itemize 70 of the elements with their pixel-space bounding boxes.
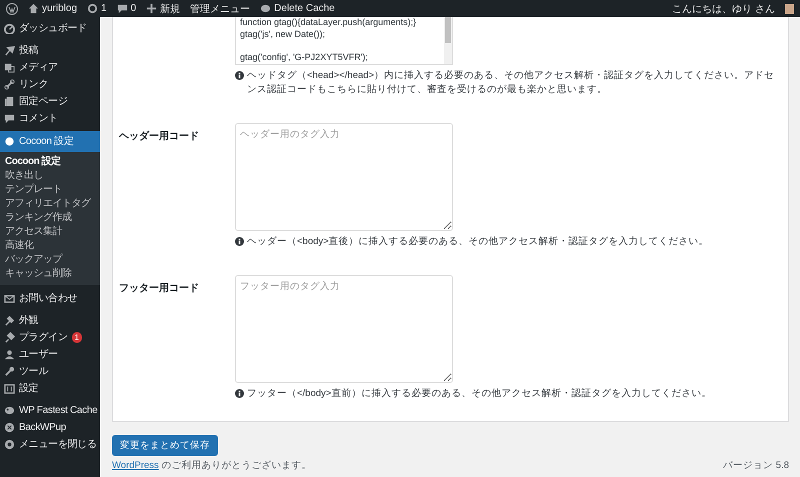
wordpress-logo-icon[interactable] [6, 2, 18, 14]
submenu-item[interactable]: バックアップ [0, 253, 100, 267]
version-text: バージョン 5.8 [723, 459, 789, 472]
menu-icon [4, 45, 15, 56]
site-link[interactable]: yuriblog [28, 3, 78, 14]
code-textarea[interactable]: ヘッダー用のタグ入力 [235, 123, 453, 231]
menu-icon [4, 405, 15, 416]
menu-item[interactable]: WP Fastest Cache [0, 402, 100, 419]
admin-menu-link[interactable]: 管理メニュー [190, 2, 250, 16]
save-button[interactable]: 変更をまとめて保存 [112, 435, 218, 456]
help-text: ヘッダー（<body>直後）に挿入する必要のある、その他アクセス解析・認証タグを入力してください。 [247, 235, 709, 249]
greeting-link[interactable]: こんにちは、ゆり さん [672, 2, 775, 16]
menu-item[interactable]: リンク [0, 76, 100, 93]
new-link[interactable]: 新規 [146, 2, 180, 16]
menu-item[interactable]: BackWPup [0, 419, 100, 436]
submenu-item[interactable]: アクセス集計 [0, 225, 100, 239]
menu-item[interactable]: 投稿 [0, 42, 100, 59]
menu-item[interactable]: メニューを閉じる [0, 436, 100, 453]
submenu-item[interactable]: Cocoon 設定 [0, 155, 100, 169]
submenu-item[interactable]: 吹き出し [0, 169, 100, 183]
menu-item[interactable]: コメント [0, 110, 100, 127]
menu-item[interactable]: メディア [0, 59, 100, 76]
plus-icon [146, 3, 158, 14]
menu-item[interactable]: ダッシュボード [0, 20, 100, 37]
menu-icon [4, 113, 15, 124]
menu-icon [4, 349, 15, 360]
menu-icon [4, 332, 15, 343]
avatar-placeholder [785, 4, 794, 14]
help-text: フッター（</body>直前）に挿入する必要のある、その他アクセス解析・認証タグを入力してください。 [247, 387, 712, 401]
menu-item[interactable]: ツール [0, 363, 100, 380]
field-label: ヘッダー用コード [119, 130, 200, 144]
delete-cache-link[interactable]: Delete Cache [260, 3, 335, 14]
menu-icon [4, 79, 15, 90]
menu-icon [4, 136, 15, 147]
comments-link[interactable]: 0 [116, 3, 136, 14]
home-icon [28, 3, 39, 14]
count-badge: 1 [72, 332, 82, 343]
info-icon [235, 71, 244, 80]
comment-icon [116, 3, 128, 14]
wordpress-link[interactable]: WordPress [112, 460, 159, 471]
menu-item[interactable]: 設定 [0, 380, 100, 397]
menu-icon [4, 383, 15, 394]
menu-item[interactable]: プラグイン 1 [0, 329, 100, 346]
menu-item[interactable]: ユーザー [0, 346, 100, 363]
menu-item[interactable]: Cocoon 設定 [0, 131, 100, 152]
menu-icon [4, 96, 15, 107]
footer-text: WordPress のご利用ありがとうございます。 [112, 459, 312, 472]
menu-item[interactable]: お問い合わせ [0, 290, 100, 307]
info-icon [235, 237, 244, 246]
submenu-item[interactable]: キャッシュ削除 [0, 267, 100, 281]
scrollbar[interactable] [444, 17, 452, 64]
code-textarea[interactable]: フッター用のタグ入力 [235, 275, 453, 383]
menu-icon [4, 293, 15, 304]
menu-icon [4, 439, 15, 450]
updates-link[interactable]: 1 [87, 3, 107, 14]
submenu-item[interactable]: テンプレート [0, 183, 100, 197]
field-label: フッター用コード [119, 282, 200, 296]
menu-item[interactable]: 固定ページ [0, 93, 100, 110]
menu-icon [4, 62, 15, 73]
menu-icon [4, 315, 15, 326]
menu-item[interactable]: 外観 [0, 312, 100, 329]
help-text: ヘッドタグ（<head></head>）内に挿入する必要のある、その他アクセス解析・認証タグを入力してください。アドセンス認証コードもこちらに貼り付けて、審査を受けるのが最も楽かと思います。 [247, 69, 776, 97]
menu-icon [4, 366, 15, 377]
submenu-item[interactable]: アフィリエイトタグ [0, 197, 100, 211]
menu-icon [4, 422, 15, 433]
code-textarea[interactable]: function gtag(){dataLayer.push(arguments);} gtag('js', new Date()); gtag('config', 'G-PJ2XYT5VFR'); [235, 17, 453, 65]
info-icon [235, 389, 244, 398]
menu-icon [4, 23, 15, 34]
submenu-item[interactable]: 高速化 [0, 239, 100, 253]
submenu-item[interactable]: ランキング作成 [0, 211, 100, 225]
